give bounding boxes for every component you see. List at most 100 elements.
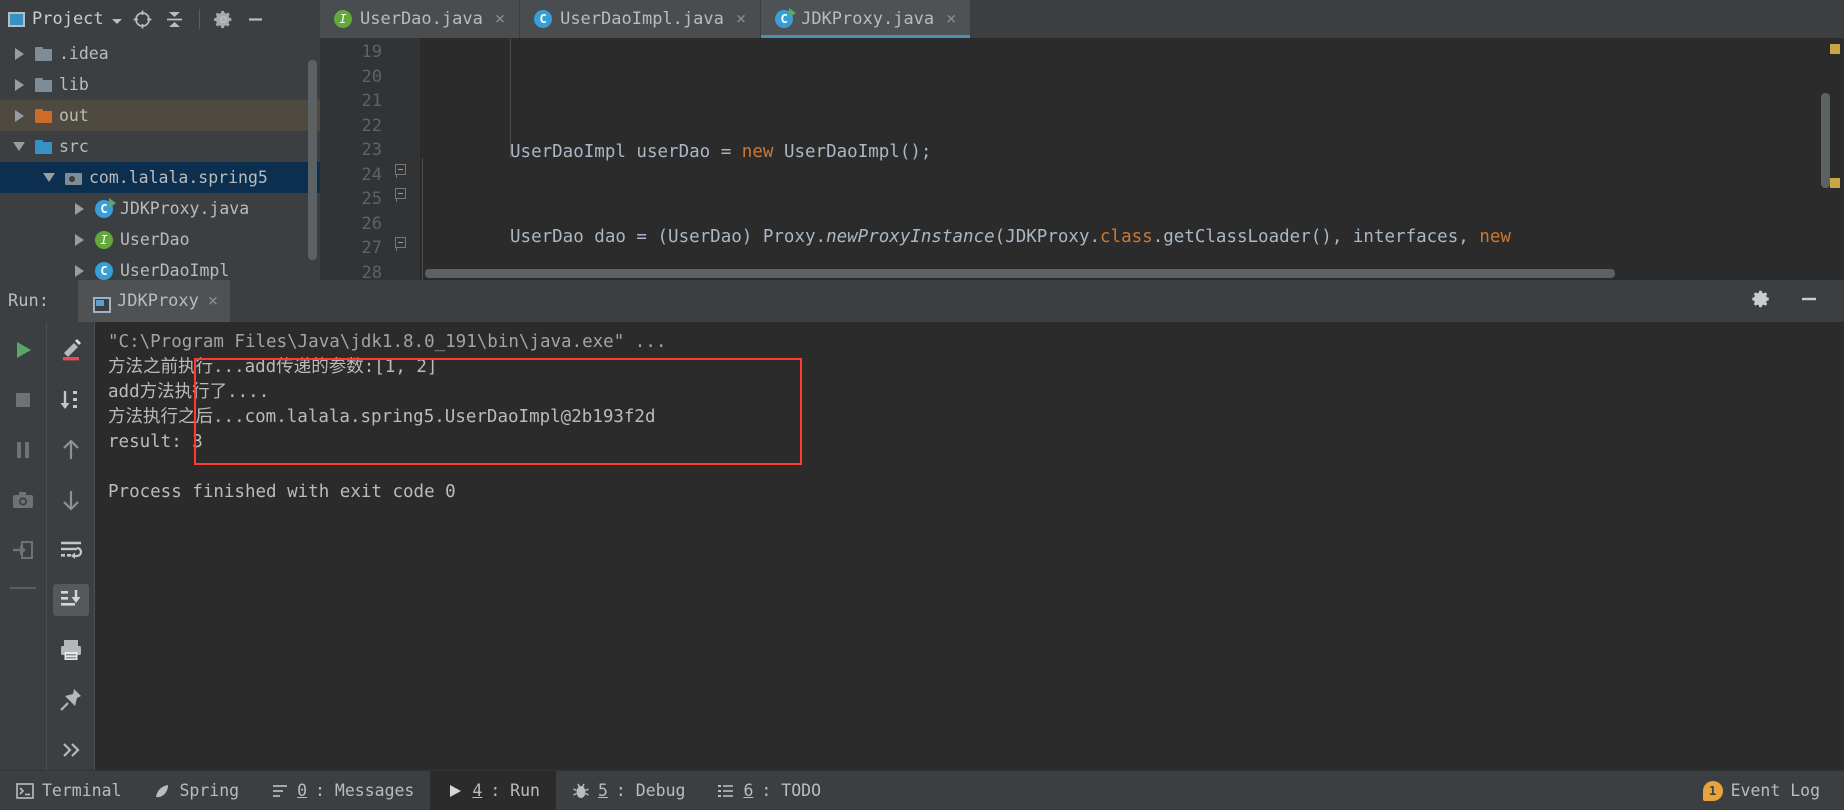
tree-item-src[interactable]: src [0, 131, 320, 162]
code-line-19: UserDaoImpl userDao = new UserDaoImpl(); [420, 140, 1844, 165]
console-output-line: result: 3 [108, 432, 203, 452]
play-icon [450, 784, 462, 797]
folder-gray-icon [35, 46, 52, 61]
code-token: newProxyInstance [826, 226, 995, 247]
tree-item-out[interactable]: out [0, 100, 320, 131]
stop-button[interactable] [5, 384, 41, 416]
pause-output-button[interactable] [5, 434, 41, 466]
editor-gutter[interactable]: 19 20 21 22 23 24 25 26 27 28 [320, 38, 420, 280]
code-fold-icon[interactable] [395, 237, 406, 251]
editor-warning-marker[interactable] [1830, 178, 1840, 188]
line-number: 20 [361, 66, 382, 87]
code-token: UserDao dao = (UserDao) Proxy. [510, 226, 827, 247]
settings-gear-icon[interactable] [1750, 288, 1772, 314]
expand-arrow-icon[interactable] [70, 264, 88, 277]
collapse-arrow-icon[interactable] [40, 173, 58, 182]
folder-gray-icon [35, 77, 52, 92]
statusbar-number: 6 [743, 781, 754, 800]
tree-item-idea[interactable]: .idea [0, 38, 320, 69]
toolbar-divider [198, 9, 200, 29]
expand-arrow-icon[interactable] [70, 233, 88, 246]
console-gutter [94, 322, 95, 770]
code-token: (JDKProxy. [994, 226, 1101, 247]
collapse-arrow-icon[interactable] [10, 142, 28, 151]
statusbar-todo[interactable]: 6: TODO [701, 771, 837, 810]
editor-tab-bar: I UserDao.java × C UserDaoImpl.java × C … [320, 0, 1844, 38]
tree-item-label: JDKProxy.java [120, 199, 250, 218]
statusbar-spring[interactable]: Spring [137, 771, 255, 810]
project-tree-scrollbar[interactable] [308, 60, 317, 260]
code-fold-icon[interactable] [395, 188, 406, 202]
scroll-to-end-button[interactable] [52, 584, 89, 616]
restore-layout-button[interactable] [5, 534, 41, 566]
line-number: 23 [361, 140, 382, 160]
statusbar-label: Event Log [1730, 781, 1820, 800]
rerun-button[interactable] [5, 334, 41, 366]
toolbar-divider [5, 584, 41, 592]
next-occurrence-button[interactable] [53, 484, 89, 516]
soft-wrap-button[interactable] [53, 384, 89, 416]
use-soft-wraps-button[interactable] [53, 534, 89, 566]
project-tree[interactable]: .idea lib out src com.lalala.spring5 C J… [0, 38, 320, 286]
expand-arrow-icon[interactable] [10, 109, 28, 122]
print-button[interactable] [53, 634, 89, 666]
line-number: 28 [361, 262, 382, 281]
locate-target-icon[interactable] [132, 8, 154, 30]
settings-gear-icon[interactable] [213, 8, 235, 30]
code-text[interactable]: UserDaoImpl userDao = new UserDaoImpl();… [420, 38, 1844, 280]
statusbar-debug[interactable]: 5: Debug [556, 771, 701, 810]
code-token: UserDaoImpl userDao = [510, 142, 742, 162]
java-interface-icon: I [95, 230, 113, 249]
line-number: 21 [361, 91, 382, 111]
expand-arrow-icon[interactable] [70, 202, 88, 215]
close-icon[interactable]: × [208, 291, 218, 311]
intellij-idea-window: Project .idea lib out src com.lalala.spr… [0, 0, 1844, 810]
statusbar-label: : Messages [315, 781, 415, 800]
project-title-button[interactable]: Project [8, 9, 122, 29]
editor-vertical-scrollbar[interactable] [1821, 93, 1830, 188]
close-icon[interactable]: × [736, 9, 746, 29]
statusbar-number: 5 [597, 781, 608, 800]
editor-warning-marker[interactable] [1830, 44, 1840, 54]
more-options-button[interactable] [53, 734, 89, 766]
tree-item-package[interactable]: com.lalala.spring5 [0, 162, 320, 193]
line-number: 19 [361, 42, 382, 62]
tree-item-jdkproxy[interactable]: C JDKProxy.java [0, 193, 320, 224]
tree-item-userdao[interactable]: I UserDao [0, 224, 320, 255]
run-tab-label: JDKProxy [117, 291, 199, 311]
code-fold-icon[interactable] [395, 164, 406, 178]
list-icon [718, 784, 734, 797]
tree-item-label: com.lalala.spring5 [89, 168, 268, 187]
code-token: new [1479, 226, 1511, 247]
collapse-all-icon[interactable] [164, 8, 186, 30]
dump-threads-button[interactable] [5, 484, 41, 516]
hide-window-icon[interactable] [245, 8, 267, 30]
highlight-console-button[interactable] [53, 334, 89, 366]
close-icon[interactable]: × [946, 9, 956, 29]
tree-item-userdaoimpl[interactable]: C UserDaoImpl [0, 255, 320, 286]
event-log-badge: 1 [1702, 780, 1723, 801]
code-editor[interactable]: 19 20 21 22 23 24 25 26 27 28 UserDaoImp… [320, 38, 1844, 280]
tree-item-lib[interactable]: lib [0, 69, 320, 100]
expand-arrow-icon[interactable] [10, 47, 28, 60]
run-console[interactable]: "C:\Program Files\Java\jdk1.8.0_191\bin\… [94, 322, 1844, 770]
editor-horizontal-scrollbar[interactable] [425, 269, 1615, 278]
prev-occurrence-button[interactable] [53, 434, 89, 466]
tab-userdao-java[interactable]: I UserDao.java × [320, 0, 521, 38]
statusbar-label: Spring [179, 781, 240, 800]
status-bar: Terminal Spring 0: Messages 4: Run 5: De… [0, 770, 1844, 810]
expand-arrow-icon[interactable] [10, 78, 28, 91]
console-output-line: 方法之前执行...add传递的参数:[1, 2] [108, 357, 438, 377]
hide-window-icon[interactable] [1798, 288, 1820, 314]
pin-tab-button[interactable] [53, 684, 89, 716]
tab-userdaoimpl-java[interactable]: C UserDaoImpl.java × [520, 0, 762, 38]
statusbar-terminal[interactable]: Terminal [0, 771, 137, 810]
tab-jdkproxy-java[interactable]: C JDKProxy.java × [761, 0, 972, 38]
chevron-down-icon[interactable] [111, 18, 122, 24]
statusbar-messages[interactable]: 0: Messages [255, 771, 430, 810]
run-tab-jdkproxy[interactable]: JDKProxy × [78, 280, 231, 322]
statusbar-event-log[interactable]: 1 Event Log [1687, 771, 1844, 810]
close-icon[interactable]: × [495, 9, 505, 29]
statusbar-run[interactable]: 4: Run [430, 771, 556, 810]
